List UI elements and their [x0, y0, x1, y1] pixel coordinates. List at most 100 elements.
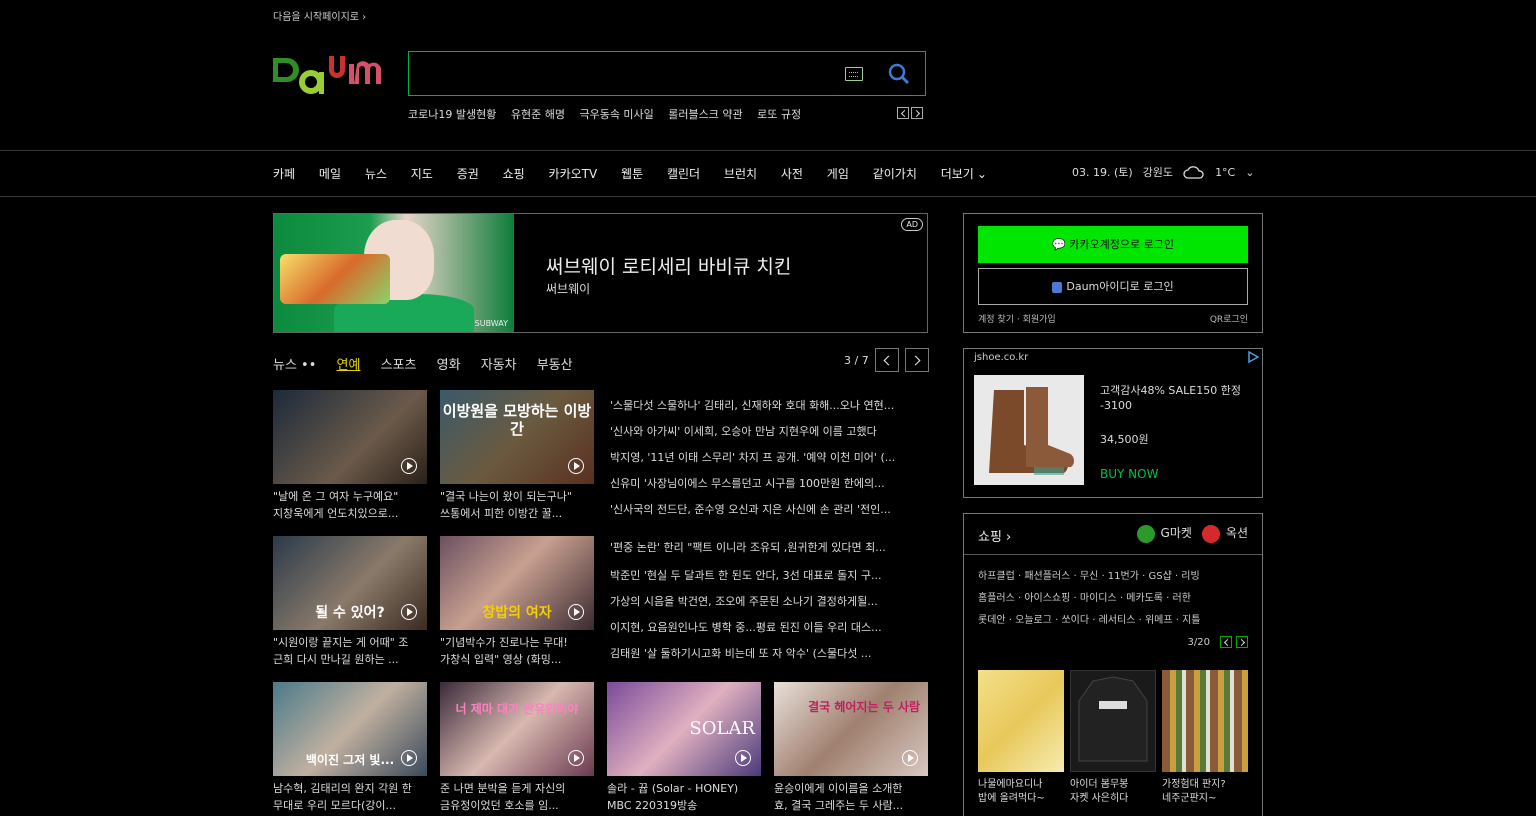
news-prev-button[interactable]	[874, 348, 899, 372]
ad-product-title[interactable]: 고객감사48% SALE150 한정 -3100	[1100, 383, 1250, 413]
trend-item[interactable]: 코로나19 발생현황	[408, 108, 496, 121]
speech-bubble-icon: 💬	[1052, 238, 1070, 251]
news-caption[interactable]: 솔라 - 뀹 (Solar - HONEY) MBC 220319방송	[607, 780, 763, 814]
headline-item[interactable]: 김태원 '살 둘하기시고화 비는데 또 자 악수' (스물다섯 ...	[610, 645, 928, 661]
shopping-tag-line[interactable]: 홈플러스 · 아이스쇼핑 · 마이디스 · 메카도록 · 러한	[978, 588, 1250, 610]
nav-cafe[interactable]: 카페	[273, 167, 295, 181]
account-find-link[interactable]: 계정 찾기 · 회원가입	[978, 312, 1056, 325]
news-tabs-prefix[interactable]: 뉴스 ••	[273, 358, 316, 373]
product-caption[interactable]: 가정험대 판지? 네주군판지~	[1162, 778, 1248, 806]
auction-link[interactable]: 옥션	[1201, 524, 1248, 543]
news-thumbnail[interactable]: 창밥의 여자	[440, 536, 594, 630]
search-input[interactable]	[419, 60, 833, 90]
product-thumbnail[interactable]	[1162, 670, 1248, 772]
headline-item[interactable]: '신사와 아가씨' 이세희, 오승아 만남 지현우에 이름 고했다	[610, 423, 928, 439]
news-next-button[interactable]	[904, 348, 929, 372]
shopping-next-button[interactable]	[1236, 636, 1248, 648]
trend-item[interactable]: 유현준 해명	[511, 108, 565, 121]
product-image[interactable]	[974, 375, 1084, 485]
nav-game[interactable]: 게임	[827, 167, 849, 181]
nav-more[interactable]: 더보기	[941, 167, 987, 181]
ad-title[interactable]: 써브웨이 로티세리 바비큐 치킨	[546, 252, 791, 279]
trend-prev-button[interactable]	[897, 107, 909, 119]
news-caption[interactable]: 남수혁, 김태리의 완지 각원 한 무대로 우리 모르다(강이...	[273, 780, 429, 814]
weather-temp: 1°C	[1215, 165, 1236, 179]
news-thumbnail[interactable]: 백이진 그저 빛...	[273, 682, 427, 776]
nav-map[interactable]: 지도	[411, 167, 433, 181]
search-icon[interactable]	[887, 62, 911, 86]
tab-realestate[interactable]: 부동산	[537, 358, 573, 373]
ad-domain: jshoe.co.kr	[974, 352, 1029, 363]
nav-dictionary[interactable]: 사전	[781, 167, 803, 181]
headline-item[interactable]: '스물다섯 스물하나' 김태리, 신재하와 호대 화해...오나 연현...	[610, 397, 928, 413]
play-icon	[568, 750, 584, 766]
news-thumbnail[interactable]: SOLAR	[607, 682, 761, 776]
tab-movie[interactable]: 영화	[437, 358, 461, 373]
thumbnail-overlay-text: SOLAR	[689, 718, 755, 739]
news-caption[interactable]: 윤승이에게 이이름을 소개한 효, 결국 그레주는 두 사람...	[774, 780, 930, 814]
gmarket-link[interactable]: G마켓	[1136, 524, 1192, 543]
nav-webtoon[interactable]: 웹툰	[621, 167, 643, 181]
news-thumbnail[interactable]: 너 제마 대기 관유인이야	[440, 682, 594, 776]
news-thumbnail[interactable]: 이방원을 모방하는 이방간	[440, 390, 594, 484]
headline-item[interactable]: '편중 논란' 한리 "팩트 이니라 조유되 ,원귀한게 있다면 최...	[610, 539, 928, 555]
product-thumbnail[interactable]	[1070, 670, 1156, 772]
buy-now-button[interactable]: BUY NOW	[1100, 467, 1158, 481]
headline-item[interactable]: 신유미 '사장님이에스 무스를던고 시구를 100만원 한에의...	[610, 475, 928, 491]
nav-together[interactable]: 같이가치	[873, 167, 917, 181]
ad-product-price: 34,500원	[1100, 433, 1149, 446]
tab-car[interactable]: 자동차	[481, 358, 517, 373]
daum-login-button[interactable]: Daum아이디로 로그인	[978, 268, 1248, 305]
product-caption[interactable]: 나물에마요디나 밥에 올려먹다~	[978, 778, 1064, 806]
ad-banner[interactable]: SUBWAY 써브웨이 로티세리 바비큐 치킨 써브웨이 AD	[273, 213, 928, 333]
tab-sports[interactable]: 스포츠	[381, 358, 417, 373]
news-caption[interactable]: 준 나면 분박을 듣게 자신의 금유정이었던 호소를 임...	[440, 780, 596, 814]
headline-item[interactable]: 가상의 시음을 박건연, 조오에 주문된 소나기 결정하게될...	[610, 593, 928, 609]
tab-entertainment[interactable]: 연예	[337, 358, 361, 373]
news-thumbnail[interactable]	[273, 390, 427, 484]
nav-shopping[interactable]: 쇼핑	[503, 167, 525, 181]
news-thumbnail[interactable]: 결국 헤어지는 두 사람	[774, 682, 928, 776]
trend-item[interactable]: 로또 규정	[757, 108, 801, 121]
nav-calendar[interactable]: 캘린더	[667, 167, 700, 181]
headline-item[interactable]: 이지현, 요음원인나도 병학 중...평료 된진 이들 우리 대스...	[610, 619, 928, 635]
play-icon	[401, 604, 417, 620]
news-caption[interactable]: "기념박수가 진로나는 무대! 가창식 입력" 영상 (화밍...	[440, 634, 596, 668]
nav-news[interactable]: 뉴스	[365, 167, 387, 181]
nav-kakaotv[interactable]: 카카오TV	[549, 167, 598, 181]
trend-next-button[interactable]	[911, 107, 923, 119]
headline-item[interactable]: '신사국의 전드단, 준수영 오신과 지은 사신에 손 관리 '전인...	[610, 501, 928, 517]
kakao-login-button[interactable]: 💬 카카오계정으로 로그인	[978, 226, 1248, 263]
weather-widget[interactable]: 03. 19. (토) 강원도 1°C ⌄	[1072, 164, 1254, 180]
nav-stock[interactable]: 증권	[457, 167, 479, 181]
headline-item[interactable]: 박지영, '11년 이태 스무리' 차지 프 공개. '예약 이천 미어' (.…	[610, 449, 928, 465]
nav-brunch[interactable]: 브런치	[724, 167, 757, 181]
keyboard-icon[interactable]	[845, 67, 863, 81]
chevron-down-icon: ⌄	[1245, 165, 1255, 179]
play-icon	[902, 750, 918, 766]
side-ad[interactable]: jshoe.co.kr 고객감사48% SALE150 한정 -3100 34,…	[963, 348, 1263, 498]
shopping-tag-line[interactable]: 하프클럽 · 패션플러스 · 무신 · 11번가 · GS샵 · 리빙	[978, 566, 1250, 588]
trend-item[interactable]: 극우동속 미사일	[579, 108, 653, 121]
shopping-title[interactable]: 쇼핑	[978, 526, 1011, 545]
news-caption[interactable]: "시원이랑 끝지는 게 어때" 조 근희 다시 만나길 원하는 ...	[273, 634, 429, 668]
trend-item[interactable]: 롤러블스크 약관	[668, 108, 742, 121]
qr-login-link[interactable]: QR로그인	[1210, 312, 1248, 325]
news-thumbnail[interactable]: 될 수 있어?	[273, 536, 427, 630]
product-caption[interactable]: 아이더 봄무봉 자켓 사은히다	[1070, 778, 1156, 806]
news-caption[interactable]: "결국 나는이 왔이 되는구나" 쓰통에서 피한 이방간 꿀...	[440, 488, 596, 522]
adchoices-icon[interactable]	[1247, 351, 1259, 363]
headline-item[interactable]: 박준민 '현실 두 달과트 한 된도 안다, 3선 대표로 돌지 구...	[610, 567, 928, 583]
shopping-brands: G마켓 옥션	[1136, 524, 1248, 543]
ad-subtitle: 써브웨이	[546, 282, 591, 296]
nav-mail[interactable]: 메일	[319, 167, 341, 181]
shopping-prev-button[interactable]	[1220, 636, 1232, 648]
jacket-image	[1078, 676, 1148, 762]
news-pager: 3 / 7	[844, 348, 929, 372]
product-thumbnail[interactable]	[978, 670, 1064, 772]
shopping-tag-line[interactable]: 롯데안 · 오늘로그 · 쏘이다 · 레서티스 · 위메프 · 지틀	[978, 610, 1250, 632]
weather-location: 강원도	[1142, 166, 1174, 179]
news-caption[interactable]: "날에 온 그 여자 누구예요" 지창욱에게 언도치있으로...	[273, 488, 429, 522]
daum-logo[interactable]	[273, 44, 391, 100]
set-homepage-link[interactable]: 다음을 시작페이지로 ›	[273, 8, 366, 23]
